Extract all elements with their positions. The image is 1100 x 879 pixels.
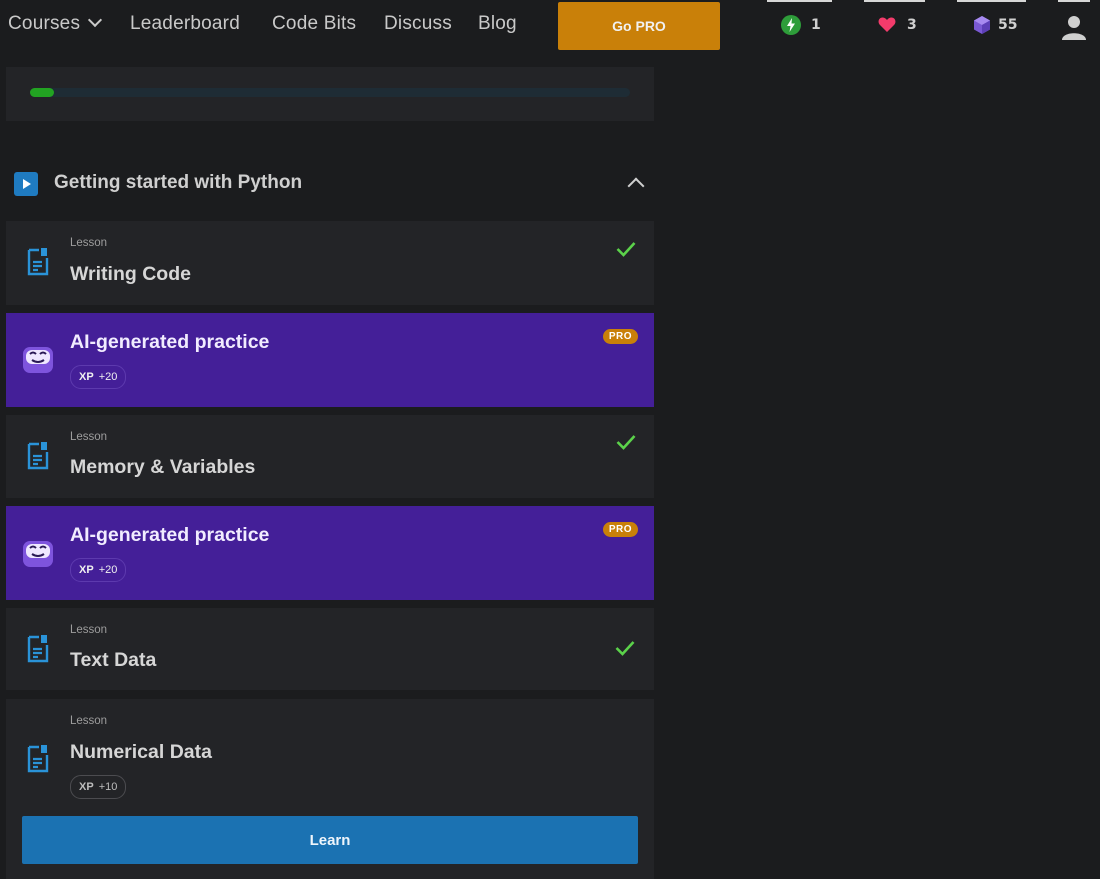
nav-courses[interactable]: Courses	[8, 12, 103, 35]
section-header[interactable]: Getting started with Python	[6, 160, 654, 206]
ai-practice-title: AI-generated practice	[70, 524, 270, 546]
lesson-document-icon	[26, 247, 50, 277]
ai-practice-title: AI-generated practice	[70, 331, 270, 353]
profile-avatar-icon[interactable]	[1061, 14, 1087, 44]
lesson-document-icon	[26, 441, 50, 471]
lesson-card[interactable]: Lesson Text Data	[6, 608, 654, 690]
learn-button[interactable]: Learn	[22, 816, 638, 864]
lesson-document-icon	[26, 744, 50, 774]
bits-count: 55	[998, 17, 1018, 33]
bits-indicator-line	[957, 0, 1026, 2]
nav-discuss[interactable]: Discuss	[384, 13, 452, 35]
top-navigation: Courses Leaderboard Code Bits Discuss Bl…	[0, 0, 1100, 52]
course-progress-card	[6, 67, 654, 121]
checkmark-icon	[615, 640, 635, 656]
lesson-title: Numerical Data	[70, 741, 212, 763]
xp-value: +20	[98, 564, 118, 576]
ai-bot-icon	[22, 539, 54, 569]
section-title: Getting started with Python	[54, 172, 303, 193]
nav-blog[interactable]: Blog	[478, 13, 517, 35]
xp-value: +20	[98, 371, 118, 383]
xp-reward-chip: XP +10	[70, 775, 127, 799]
lesson-kicker: Lesson	[70, 431, 108, 443]
lesson-kicker: Lesson	[70, 715, 108, 727]
hearts-count: 3	[907, 17, 917, 33]
xp-value: +10	[98, 781, 118, 793]
lesson-kicker: Lesson	[70, 237, 108, 249]
lesson-card[interactable]: Lesson Writing Code	[6, 221, 654, 305]
ai-practice-card[interactable]: AI-generated practice XP +20 PRO	[6, 506, 654, 600]
lesson-card-active[interactable]: Lesson Numerical Data XP +10 Learn	[6, 699, 654, 879]
pro-badge: PRO	[602, 329, 638, 344]
nav-code-bits[interactable]: Code Bits	[272, 13, 356, 35]
streak-count: 1	[811, 17, 821, 33]
checkmark-icon	[616, 434, 636, 450]
lesson-card[interactable]: Lesson Memory & Variables	[6, 415, 654, 498]
pro-badge: PRO	[602, 522, 638, 537]
hearts-counter[interactable]: 3	[877, 15, 917, 35]
xp-reward-chip: XP +20	[70, 365, 127, 389]
lesson-kicker: Lesson	[70, 624, 108, 636]
ai-bot-icon	[22, 345, 54, 375]
course-progress-fill	[30, 88, 54, 97]
bits-counter[interactable]: 55	[972, 15, 1017, 35]
lesson-document-icon	[26, 634, 50, 664]
xp-label: XP	[79, 564, 94, 576]
heart-icon	[877, 15, 897, 35]
profile-indicator-line	[1058, 0, 1090, 2]
nav-courses-label: Courses	[8, 13, 81, 34]
chevron-down-icon	[88, 12, 103, 28]
streak-counter[interactable]: 1	[781, 15, 821, 35]
lesson-title: Writing Code	[70, 263, 191, 285]
play-icon	[14, 172, 38, 196]
streak-indicator-line	[767, 0, 832, 2]
xp-label: XP	[79, 781, 94, 793]
hearts-indicator-line	[864, 0, 925, 2]
go-pro-button[interactable]: Go PRO	[558, 2, 720, 50]
lesson-title: Memory & Variables	[70, 456, 256, 478]
lightning-icon	[781, 15, 801, 35]
xp-label: XP	[79, 371, 94, 383]
chevron-up-icon[interactable]	[627, 177, 645, 195]
lesson-title: Text Data	[70, 649, 157, 671]
checkmark-icon	[616, 241, 636, 257]
xp-reward-chip: XP +20	[70, 558, 127, 582]
cube-icon	[972, 15, 992, 35]
course-progress-bar	[30, 88, 630, 97]
nav-leaderboard[interactable]: Leaderboard	[130, 13, 240, 35]
ai-practice-card[interactable]: AI-generated practice XP +20 PRO	[6, 313, 654, 407]
